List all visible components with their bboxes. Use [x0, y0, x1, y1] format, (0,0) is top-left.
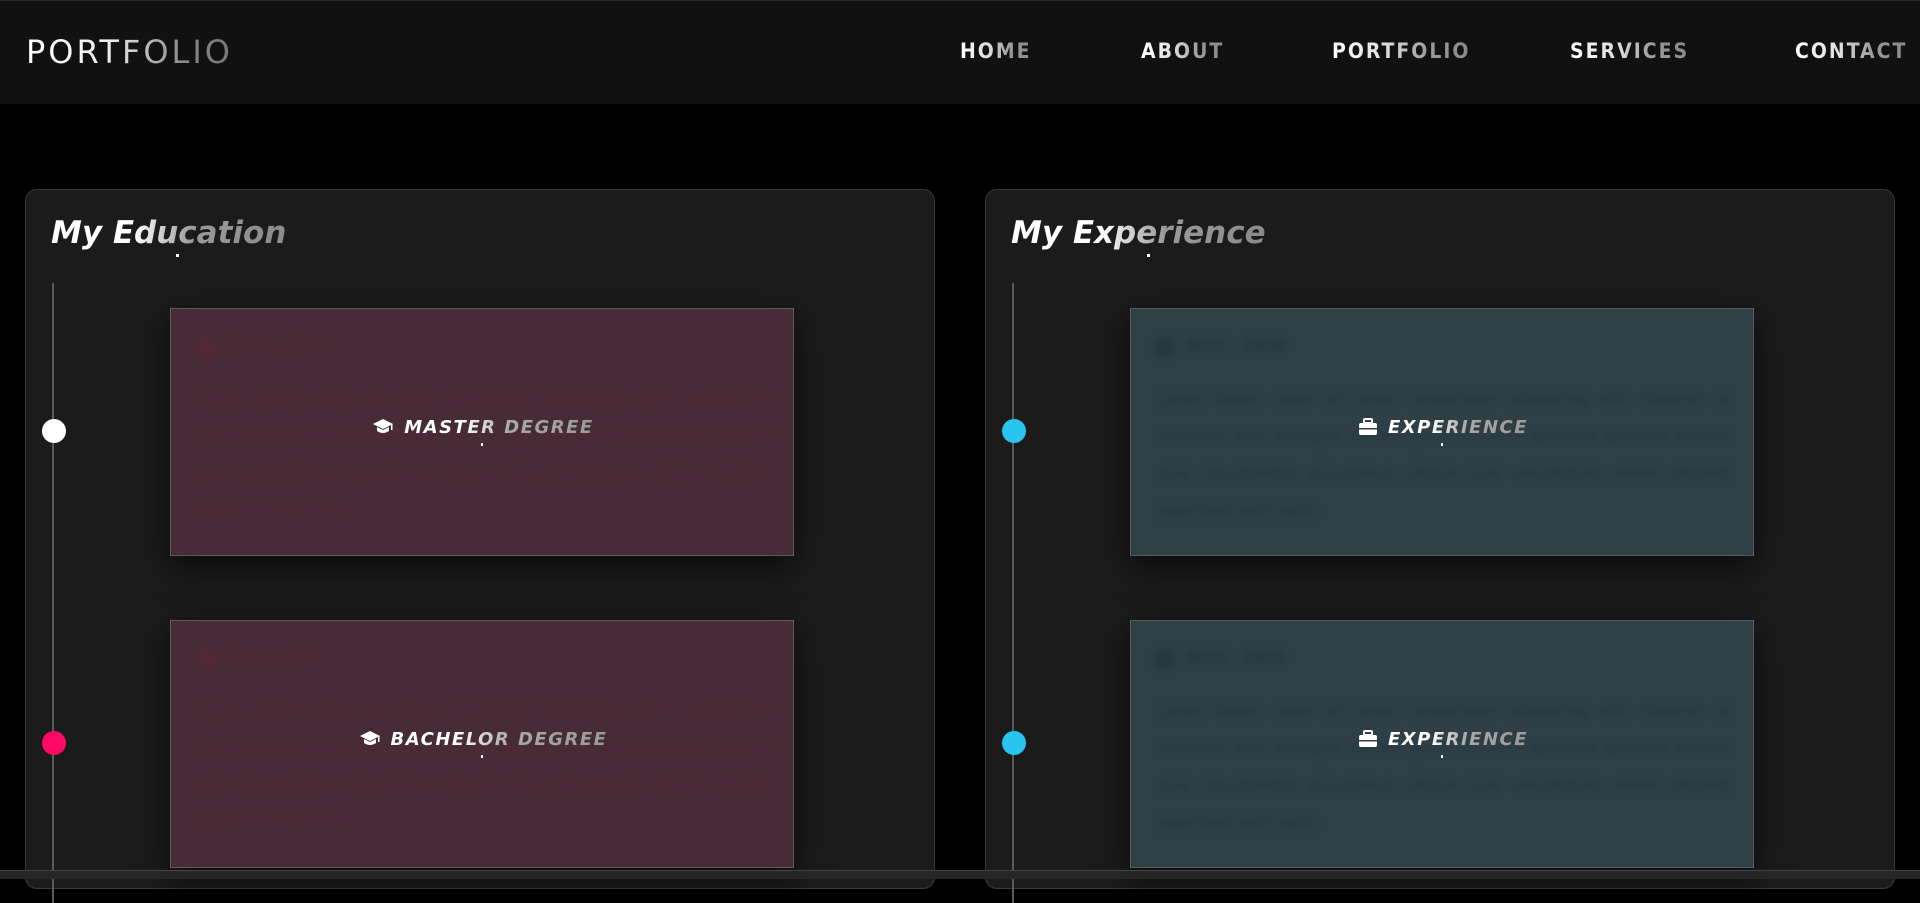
nav-home[interactable]: HOME [960, 39, 1032, 63]
label-dot [481, 443, 483, 446]
education-entry-bachelor[interactable]: 2013 - 2016 Lorem ipsum dolor sit amet c… [170, 620, 794, 868]
briefcase-icon [1358, 730, 1377, 747]
education-timeline-line [52, 283, 54, 903]
graduation-cap-icon [359, 731, 380, 745]
label-dot [1441, 443, 1443, 446]
graduation-cap-icon [373, 419, 394, 433]
experience-timeline-line [1012, 283, 1014, 903]
title-underline-dot [1147, 254, 1150, 257]
entry-label: EXPERIENCE [1131, 729, 1753, 750]
entry-label-text: BACHELOR DEGREE [390, 729, 608, 750]
education-card: My Education 2017 - 2020 Lorem ipsum dol… [25, 189, 935, 903]
label-dot [481, 755, 483, 758]
site-logo[interactable]: PORTFOLIO [26, 33, 233, 71]
timeline-dot-master [42, 419, 66, 443]
top-navbar: PORTFOLIO HOME ABOUT PORTFOLIO SERVICES … [0, 0, 1920, 104]
entry-label-text: EXPERIENCE [1387, 729, 1529, 750]
entry-label: EXPERIENCE [1131, 417, 1753, 438]
entry-label-text: MASTER DEGREE [404, 417, 594, 438]
education-title: My Education [51, 215, 287, 251]
label-dot [1441, 755, 1443, 758]
entry-label-text: EXPERIENCE [1387, 417, 1529, 438]
nav-services[interactable]: SERVICES [1570, 39, 1689, 63]
briefcase-icon [1358, 418, 1377, 435]
experience-card: My Experience 2017 - 2020 Lorem ipsum do… [985, 189, 1895, 903]
education-entry-master[interactable]: 2017 - 2020 Lorem ipsum dolor sit amet c… [170, 308, 794, 556]
experience-title: My Experience [1011, 215, 1266, 251]
experience-entry-2[interactable]: 2013 - 2016 Lorem ipsum dolor sit amet c… [1130, 620, 1754, 868]
title-underline-dot [176, 254, 179, 257]
experience-entry-1[interactable]: 2017 - 2020 Lorem ipsum dolor sit amet c… [1130, 308, 1754, 556]
nav-contact[interactable]: CONTACT [1795, 39, 1907, 63]
nav-portfolio[interactable]: PORTFOLIO [1332, 39, 1470, 63]
timeline-dot-experience-1 [1002, 419, 1026, 443]
timeline-dot-bachelor [42, 731, 66, 755]
entry-label: BACHELOR DEGREE [171, 729, 793, 750]
entry-label: MASTER DEGREE [171, 417, 793, 438]
nav-about[interactable]: ABOUT [1141, 39, 1224, 63]
timeline-dot-experience-2 [1002, 731, 1026, 755]
